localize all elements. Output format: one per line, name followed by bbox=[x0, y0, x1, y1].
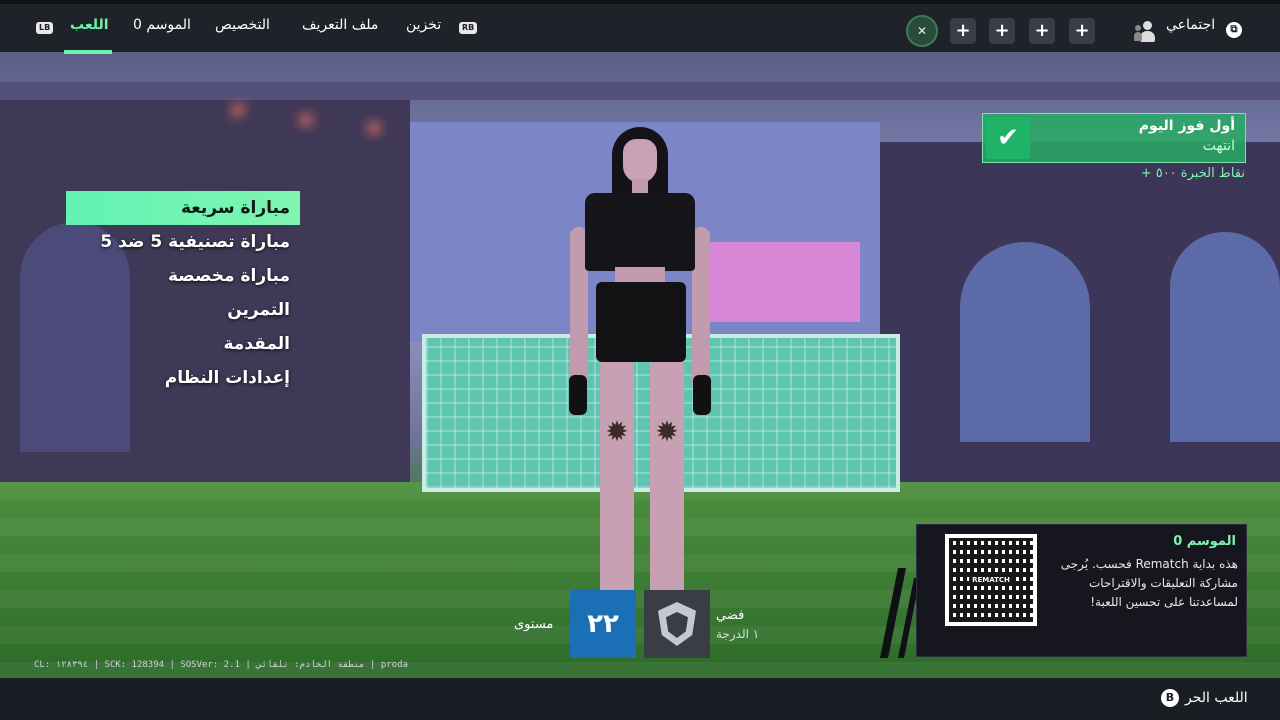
lb-button-icon[interactable]: LB bbox=[36, 22, 54, 34]
arch-right-2 bbox=[1170, 232, 1280, 442]
first-win-challenge-card: ✔ أول فوز اليوم انتهت bbox=[982, 113, 1246, 163]
checkmark-icon: ✔ bbox=[986, 117, 1030, 159]
social-label[interactable]: اجتماعي bbox=[1166, 17, 1215, 33]
tab-customize[interactable]: التخصيص bbox=[215, 17, 270, 33]
mute-voice-button[interactable]: ✕ bbox=[906, 15, 938, 47]
qr-logo: REMATCH bbox=[969, 574, 1013, 586]
speaker-muted-icon: ✕ bbox=[916, 24, 928, 38]
challenge-title: أول فوز اليوم bbox=[1138, 118, 1235, 134]
tattoo-icon: ✹ bbox=[605, 415, 629, 448]
season-title: الموسم 0 bbox=[1173, 534, 1236, 549]
season-message: هذه بداية Rematch فحسب. يُرجى مشاركة الت… bbox=[1060, 557, 1238, 609]
panel-decoration bbox=[880, 568, 920, 658]
rank-name: فضي bbox=[716, 608, 745, 623]
player-face bbox=[623, 139, 657, 183]
tab-play[interactable]: اللعب bbox=[70, 17, 109, 33]
menu-intro[interactable]: المقدمة bbox=[66, 327, 300, 361]
menu-custom-match[interactable]: مباراة مخصصة bbox=[66, 259, 300, 293]
tab-profile[interactable]: ملف التعريف bbox=[302, 17, 378, 33]
menu-quick-match[interactable]: مباراة سريعة bbox=[66, 191, 300, 225]
menu-training[interactable]: التمرين bbox=[66, 293, 300, 327]
build-info: CL: ١٢٨٣٩٤ | SCK: 128394 | SOSVer: 2.1 |… bbox=[34, 660, 408, 670]
menu-system-settings[interactable]: إعدادات النظام bbox=[66, 361, 300, 395]
billboard bbox=[700, 242, 860, 322]
invite-slot-button[interactable]: + bbox=[950, 18, 976, 44]
light bbox=[232, 104, 244, 116]
top-navigation-bar: LB اللعب الموسم 0 التخصيص ملف التعريف تخ… bbox=[0, 0, 1280, 54]
rank-tier: ١ الدرجة bbox=[716, 627, 760, 641]
player-glove-left bbox=[693, 375, 711, 415]
light bbox=[368, 122, 380, 134]
tab-season[interactable]: الموسم 0 bbox=[133, 17, 191, 33]
qr-code[interactable]: REMATCH bbox=[945, 534, 1037, 626]
player-shirt bbox=[585, 193, 695, 271]
player-shorts bbox=[596, 282, 686, 362]
challenge-status: انتهت bbox=[1202, 138, 1235, 154]
bottom-prompt-bar: B اللعب الحر bbox=[0, 678, 1280, 720]
social-shortcut-icon[interactable]: ⧉ bbox=[1226, 22, 1242, 38]
player-glove-right bbox=[569, 375, 587, 415]
active-tab-indicator bbox=[64, 50, 112, 54]
invite-slot-button[interactable]: + bbox=[1069, 18, 1095, 44]
rank-badge bbox=[644, 590, 710, 658]
challenge-xp-reward: نقاط الخبرة ٥٠٠ + bbox=[1140, 166, 1245, 181]
social-friends-icon[interactable] bbox=[1134, 19, 1158, 43]
b-button-icon[interactable]: B bbox=[1161, 689, 1179, 707]
roof-beam bbox=[0, 82, 1280, 100]
play-mode-menu: مباراة سريعة مباراة تصنيفية 5 ضد 5 مبارا… bbox=[66, 191, 300, 395]
player-character: ✹ ✹ bbox=[560, 127, 720, 647]
rb-button-icon[interactable]: RB bbox=[459, 22, 478, 34]
menu-ranked-5v5[interactable]: مباراة تصنيفية 5 ضد 5 bbox=[66, 225, 300, 259]
light bbox=[300, 114, 312, 126]
season-feedback-panel[interactable]: REMATCH الموسم 0 هذه بداية Rematch فحسب.… bbox=[916, 524, 1247, 657]
tab-store[interactable]: تخزين bbox=[406, 17, 441, 33]
qr-pattern: REMATCH bbox=[949, 538, 1033, 622]
arch-right-1 bbox=[960, 242, 1090, 442]
invite-slot-button[interactable]: + bbox=[989, 18, 1015, 44]
tattoo-icon: ✹ bbox=[655, 415, 679, 448]
free-play-prompt[interactable]: اللعب الحر bbox=[1185, 690, 1248, 706]
invite-slot-button[interactable]: + bbox=[1029, 18, 1055, 44]
player-level: ٢٢ bbox=[570, 590, 636, 658]
level-label: مستوى bbox=[514, 617, 554, 632]
